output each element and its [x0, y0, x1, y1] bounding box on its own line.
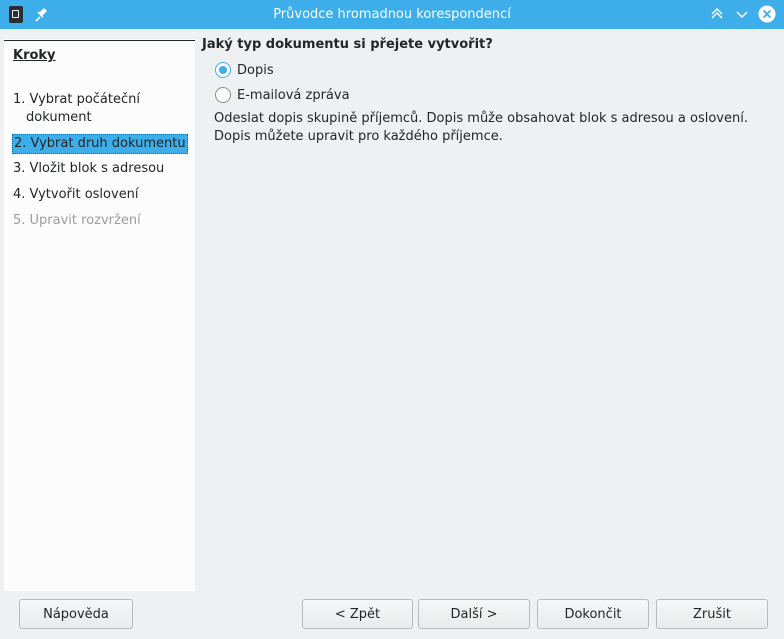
email-radio[interactable] — [215, 87, 231, 103]
step-label: 1. Vybrat počáteční — [13, 92, 140, 107]
shade-icon[interactable] — [708, 5, 726, 23]
steps-title: Kroky — [13, 48, 56, 63]
step-insert-address-block[interactable]: 3. Vložit blok s adresou — [13, 160, 164, 178]
finish-button[interactable]: Dokončit — [537, 599, 649, 629]
option-email[interactable]: E-mailová zpráva — [215, 86, 350, 104]
letter-radio[interactable] — [215, 62, 231, 78]
cancel-button[interactable]: Zrušit — [656, 599, 768, 629]
next-button[interactable]: Další > — [418, 599, 530, 629]
steps-divider — [4, 40, 195, 41]
step-create-salutation[interactable]: 4. Vytvořit oslovení — [13, 186, 139, 204]
window-title: Průvodce hromadnou korespondencí — [273, 7, 511, 22]
document-type-description: Odeslat dopis skupině příjemců. Dopis mů… — [214, 111, 748, 144]
back-button[interactable]: < Zpět — [302, 599, 413, 629]
step-select-document-type[interactable]: 2. Vybrat druh dokumentu — [12, 134, 188, 154]
window-titlebar: Průvodce hromadnou korespondencí — [0, 0, 784, 29]
close-icon[interactable] — [758, 5, 776, 23]
document-type-question: Jaký typ dokumentu si přejete vytvořit? — [202, 37, 493, 52]
minimize-icon[interactable] — [733, 5, 751, 23]
option-letter[interactable]: Dopis — [215, 61, 274, 79]
step-adjust-layout: 5. Upravit rozvržení — [13, 213, 141, 228]
help-button[interactable]: Nápověda — [19, 599, 133, 629]
step-label-continued: dokument — [26, 110, 92, 125]
step-select-starting-document[interactable]: 1. Vybrat počáteční dokument — [13, 91, 140, 127]
letter-radio-label[interactable]: Dopis — [237, 63, 274, 78]
email-radio-label[interactable]: E-mailová zpráva — [237, 88, 350, 103]
